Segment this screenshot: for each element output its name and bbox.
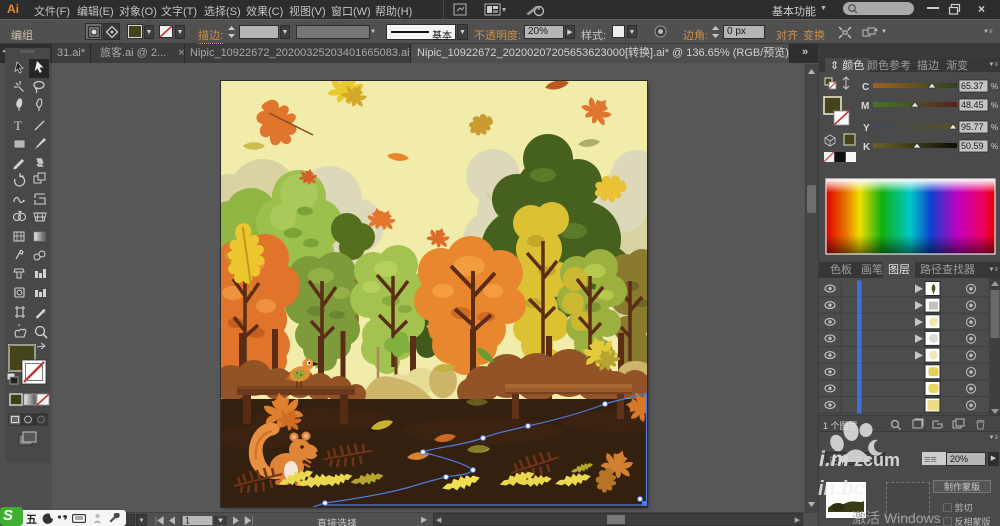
svg-text:%: %	[991, 123, 998, 132]
svg-text:K: K	[863, 142, 871, 153]
svg-text:48.45: 48.45	[961, 100, 984, 110]
svg-text:Y: Y	[863, 123, 870, 134]
svg-text:C: C	[862, 82, 869, 93]
svg-text:T: T	[14, 118, 22, 133]
svg-text:M: M	[861, 101, 869, 112]
svg-text:zcum: zcum	[854, 450, 900, 470]
svg-text:i.m: i.m	[819, 448, 849, 471]
svg-text:65.37: 65.37	[961, 81, 984, 91]
svg-text:≡≡: ≡≡	[924, 454, 937, 466]
svg-text:1: 1	[185, 516, 190, 525]
svg-text:95.77: 95.77	[961, 122, 984, 132]
svg-text:50.59: 50.59	[961, 141, 984, 151]
svg-text:%: %	[991, 82, 998, 91]
svg-text:%: %	[991, 101, 998, 110]
svg-text:%: %	[991, 142, 998, 151]
